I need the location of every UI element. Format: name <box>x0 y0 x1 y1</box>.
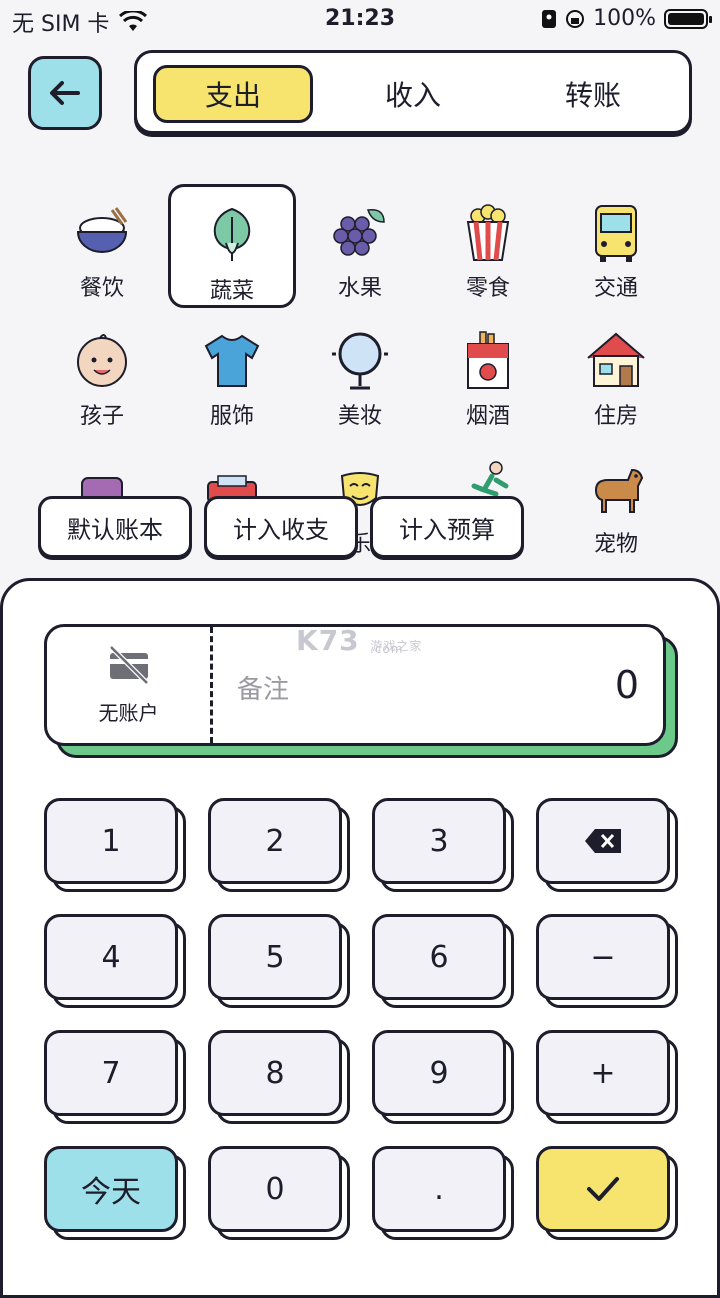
watermark-domain: .com <box>370 642 404 656</box>
key-4[interactable]: 4 <box>44 914 186 1008</box>
key-8[interactable]: 8 <box>208 1030 350 1124</box>
key-2[interactable]: 2 <box>208 798 350 892</box>
mirror-icon <box>332 332 388 390</box>
rice-bowl-icon <box>76 207 128 253</box>
category-label: 美妆 <box>337 404 382 429</box>
count-income-expense-chip[interactable]: 计入收支 <box>204 496 358 558</box>
key-1[interactable]: 1 <box>44 798 186 892</box>
category-snacks[interactable]: 零食 <box>424 184 552 308</box>
popcorn-icon <box>466 204 510 261</box>
key-plus[interactable]: + <box>536 1030 678 1124</box>
category-label: 服饰 <box>209 404 254 429</box>
portrait-lock-icon <box>542 9 557 28</box>
category-label: 孩子 <box>79 404 124 429</box>
grapes-icon <box>333 209 385 256</box>
ledger-chip[interactable]: 默认账本 <box>38 496 192 558</box>
watermark: K73 游戏之家 .com <box>296 624 422 657</box>
vegetable-icon <box>213 207 251 261</box>
tab-expense[interactable]: 支出 <box>153 65 313 123</box>
type-tabs: 支出 收入 转账 <box>134 50 692 134</box>
back-button[interactable] <box>28 56 102 130</box>
category-label: 水果 <box>337 276 382 301</box>
category-label: 住房 <box>593 404 638 429</box>
category-tobacco-alcohol[interactable]: 烟酒 <box>424 312 552 436</box>
category-clothing[interactable]: 服饰 <box>168 312 296 436</box>
baby-icon <box>77 334 127 387</box>
shirt-icon <box>204 334 260 387</box>
category-label: 交通 <box>593 276 638 301</box>
key-6[interactable]: 6 <box>372 914 514 1008</box>
battery-percent: 100% <box>593 6 656 31</box>
no-card-icon <box>108 644 149 685</box>
account-label: 无账户 <box>98 700 159 725</box>
status-bar: 无 SIM 卡 21:23 100% <box>0 0 720 40</box>
category-fruit[interactable]: 水果 <box>296 184 424 308</box>
note-input[interactable]: 备注 <box>237 669 289 706</box>
key-minus[interactable]: − <box>536 914 678 1008</box>
bus-icon <box>595 205 637 262</box>
battery-icon <box>664 8 712 29</box>
category-label: 宠物 <box>593 532 638 557</box>
backspace-icon <box>585 829 621 853</box>
category-label: 烟酒 <box>465 404 510 429</box>
arrow-left-icon <box>50 81 80 105</box>
category-kids[interactable]: 孩子 <box>38 312 166 436</box>
category-vegetable[interactable]: 蔬菜 <box>168 184 296 308</box>
key-5[interactable]: 5 <box>208 914 350 1008</box>
category-dining[interactable]: 餐饮 <box>38 184 166 308</box>
category-makeup[interactable]: 美妆 <box>296 312 424 436</box>
cigarette-icon <box>467 331 509 389</box>
watermark-brand: K73 <box>296 624 360 657</box>
key-3[interactable]: 3 <box>372 798 514 892</box>
tab-transfer[interactable]: 转账 <box>513 65 673 123</box>
rotation-lock-icon <box>566 9 585 28</box>
key-9[interactable]: 9 <box>372 1030 514 1124</box>
house-icon <box>587 332 645 387</box>
key-decimal[interactable]: . <box>372 1146 514 1240</box>
category-housing[interactable]: 住房 <box>552 312 680 436</box>
category-label: 餐饮 <box>79 276 124 301</box>
account-selector[interactable]: 无账户 <box>47 627 213 743</box>
key-0[interactable]: 0 <box>208 1146 350 1240</box>
key-confirm[interactable] <box>536 1146 678 1240</box>
key-today[interactable]: 今天 <box>44 1146 186 1240</box>
key-7[interactable]: 7 <box>44 1030 186 1124</box>
category-label: 蔬菜 <box>209 279 254 304</box>
dog-icon <box>594 468 644 513</box>
count-budget-chip[interactable]: 计入预算 <box>370 496 524 558</box>
category-transport[interactable]: 交通 <box>552 184 680 308</box>
key-backspace[interactable] <box>536 798 678 892</box>
category-label: 零食 <box>465 276 510 301</box>
category-pets[interactable]: 宠物 <box>552 440 680 564</box>
amount-display: 0 <box>614 663 639 707</box>
checkmark-icon <box>587 1177 619 1201</box>
tab-income[interactable]: 收入 <box>333 65 493 123</box>
